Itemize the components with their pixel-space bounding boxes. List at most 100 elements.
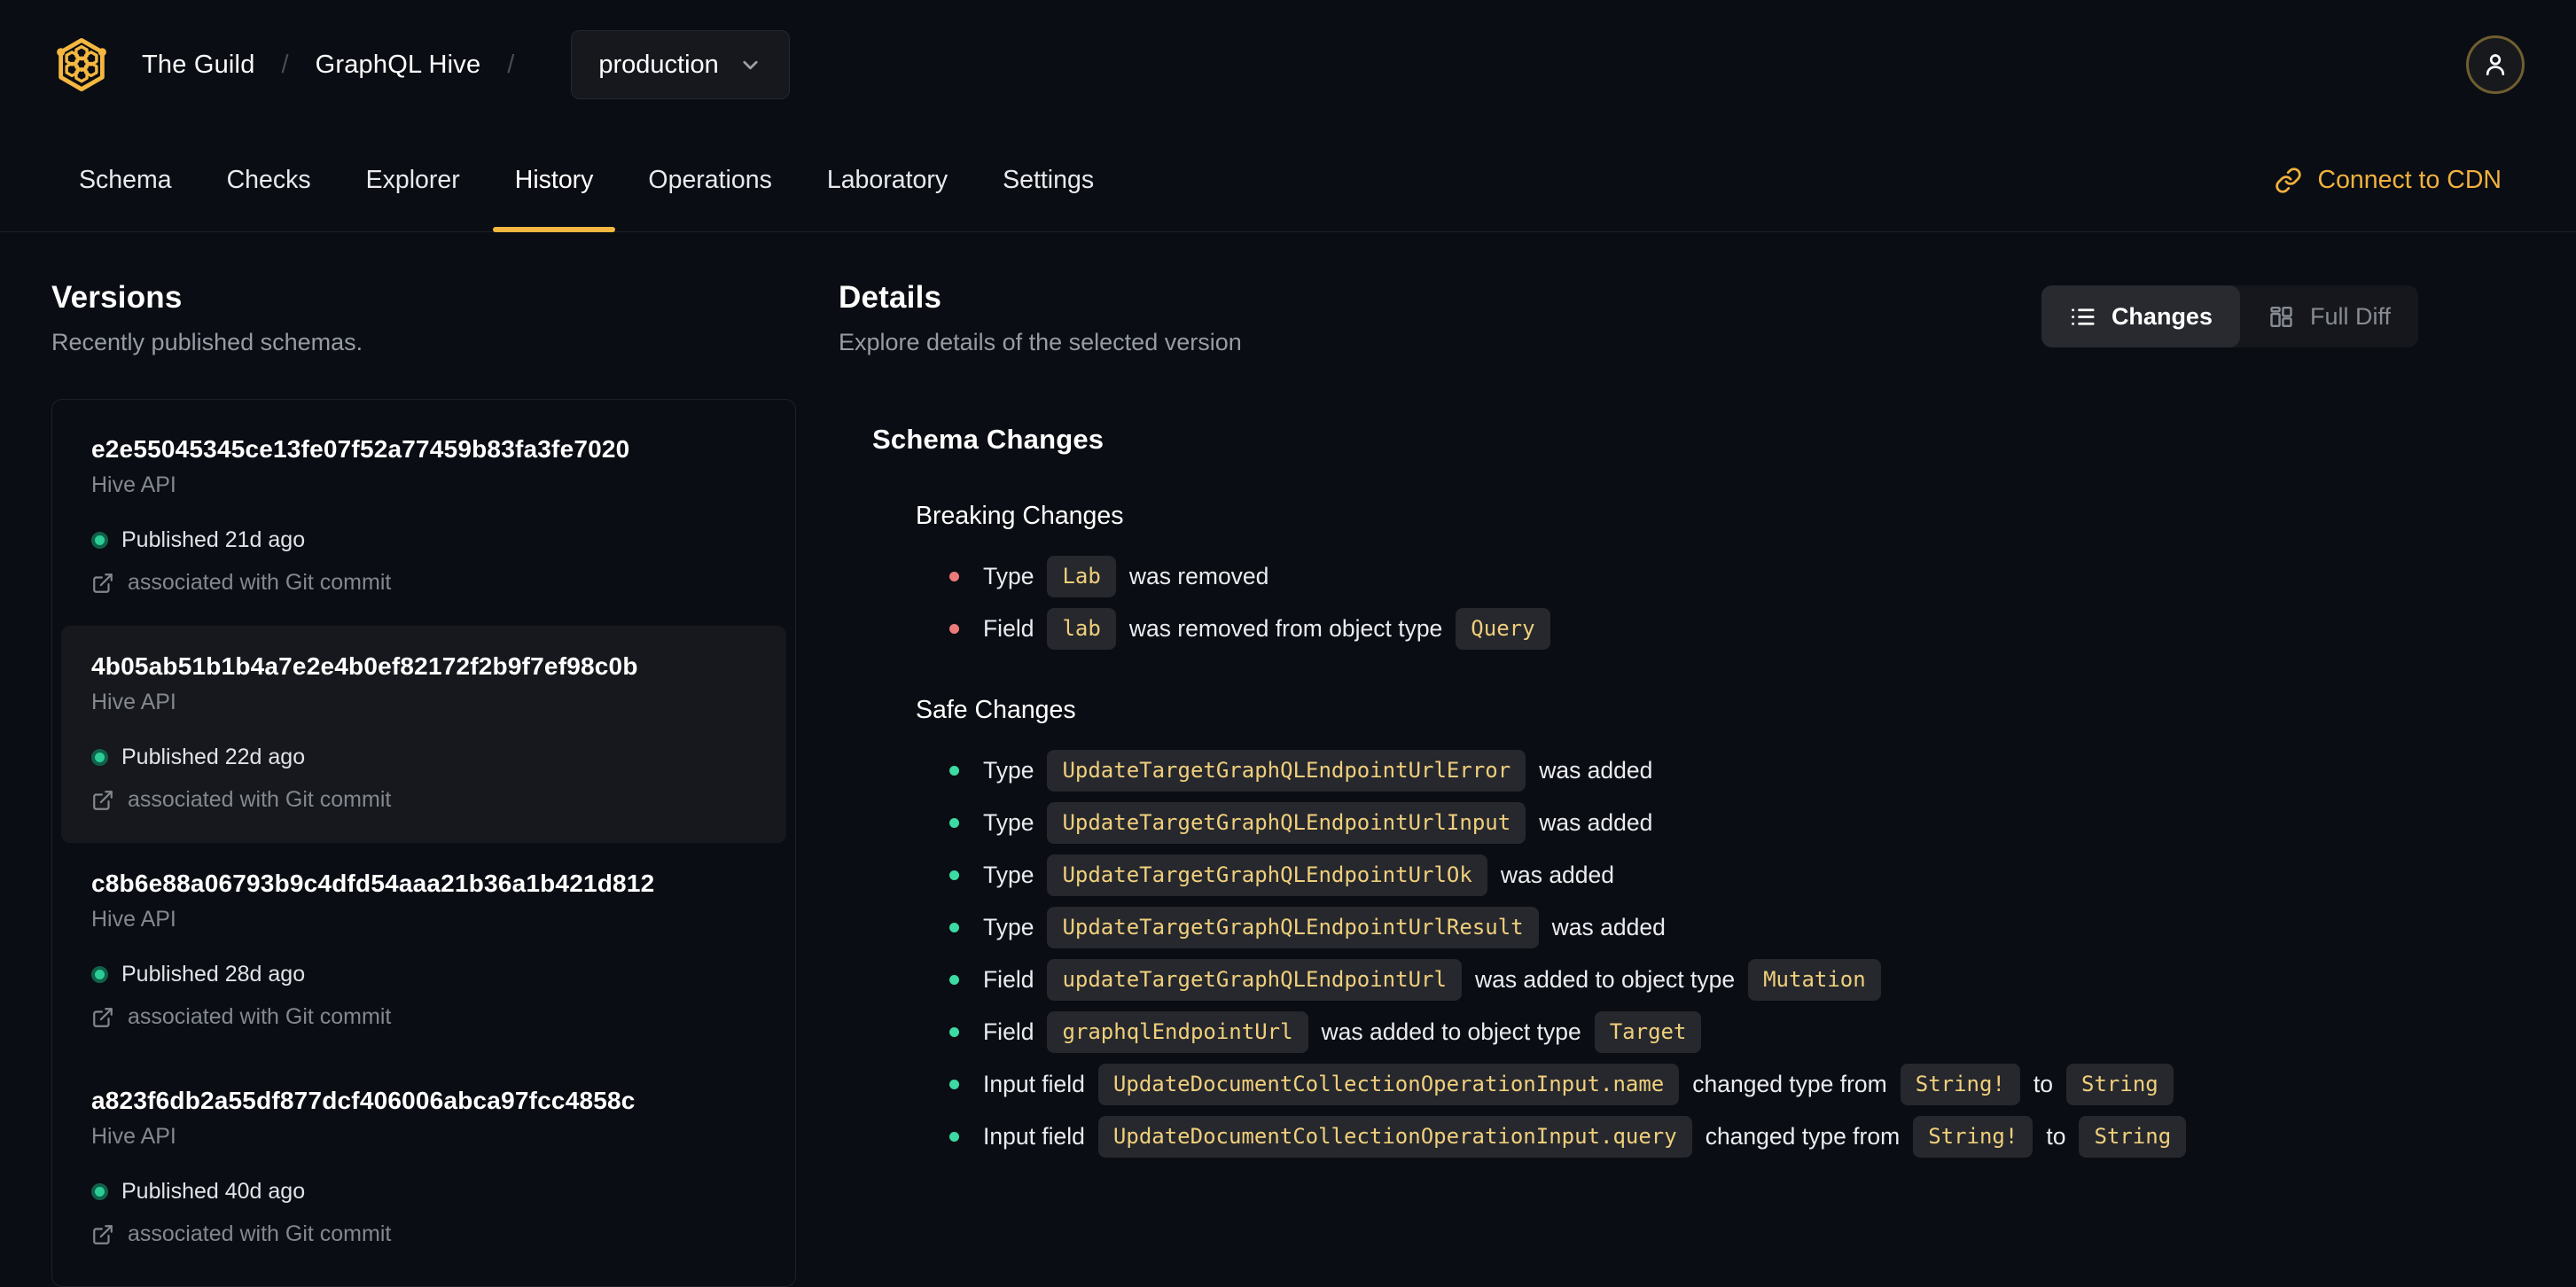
details-header: Details Explore details of the selected …	[839, 280, 2418, 356]
change-group-title: Safe Changes	[916, 696, 1076, 724]
version-service-name: Hive API	[91, 472, 176, 497]
version-status-row: Published 40d ago	[91, 1179, 756, 1205]
change-text: was added	[1539, 757, 1653, 784]
change-description: Input field UpdateDocumentCollectionOpera…	[983, 1116, 2187, 1158]
change-text: was added	[1539, 809, 1653, 836]
view-toggle-group: Changes Full Diff	[2041, 285, 2418, 347]
change-group-safe-changes: Safe Changes Type UpdateTargetGraphQLEndpo…	[872, 696, 2418, 1158]
git-commit-note: associated with Git commit	[128, 570, 392, 595]
change-text: Type	[983, 862, 1034, 888]
change-code-badge: String	[2079, 1116, 2187, 1158]
change-code-badge: UpdateDocumentCollectionOperationInput.n…	[1097, 1064, 1680, 1105]
breadcrumb-org[interactable]: The Guild	[142, 51, 255, 80]
change-text: Type	[983, 914, 1034, 940]
tab-checks[interactable]: Checks	[199, 129, 339, 231]
git-commit-note: associated with Git commit	[128, 787, 392, 812]
change-code-badge: String!	[1900, 1064, 2020, 1105]
change-text: Input field	[983, 1071, 1085, 1097]
change-description: Type UpdateTargetGraphQLEndpointUrlError w…	[983, 750, 1652, 792]
version-git-row[interactable]: associated with Git commit	[91, 1221, 756, 1247]
breadcrumb-project[interactable]: GraphQL Hive	[316, 51, 481, 80]
version-service-name: Hive API	[91, 1124, 176, 1149]
change-description: Type UpdateTargetGraphQLEndpointUrlInput w…	[983, 802, 1652, 844]
version-service-name: Hive API	[91, 907, 176, 932]
change-row: Type Lab was removed	[916, 556, 2418, 597]
full-diff-view-button[interactable]: Full Diff	[2240, 285, 2418, 347]
change-text: was added	[1551, 914, 1666, 940]
change-code-badge: Lab	[1047, 556, 1116, 597]
change-description: Field updateTargetGraphQLEndpointUrl was a…	[983, 959, 1881, 1001]
version-status-row: Published 21d ago	[91, 527, 756, 553]
version-card[interactable]: a823f6db2a55df877dcf406006abca97fcc4858c…	[61, 1060, 786, 1277]
bullet-dot	[949, 1027, 959, 1037]
change-code-badge: UpdateDocumentCollectionOperationInput.q…	[1097, 1116, 1692, 1158]
version-card[interactable]: 4b05ab51b1b4a7e2e4b0ef82172f2b9f7ef98c0b…	[61, 626, 786, 843]
change-text: Field	[983, 966, 1034, 993]
tab-explorer[interactable]: Explorer	[339, 129, 488, 231]
chevron-down-icon	[738, 53, 762, 77]
change-text: Type	[983, 563, 1034, 589]
published-status-text: Published 28d ago	[121, 962, 306, 987]
bullet-dot	[949, 818, 959, 828]
change-description: Field graphqlEndpointUrl was added to obje…	[983, 1011, 1702, 1053]
breadcrumb-separator: /	[507, 50, 515, 79]
change-text: Type	[983, 809, 1034, 836]
version-hash: 4b05ab51b1b4a7e2e4b0ef82172f2b9f7ef98c0b	[91, 652, 638, 680]
version-git-row[interactable]: associated with Git commit	[91, 570, 756, 596]
change-row: Field lab was removed from object type Quer…	[916, 608, 2418, 650]
change-description: Type UpdateTargetGraphQLEndpointUrlOk was …	[983, 854, 1614, 896]
version-card[interactable]: e2e55045345ce13fe07f52a77459b83fa3fe7020…	[61, 409, 786, 626]
version-git-row[interactable]: associated with Git commit	[91, 787, 756, 813]
target-selector-dropdown[interactable]: production	[571, 30, 790, 99]
tab-history[interactable]: History	[488, 129, 621, 232]
versions-title: Versions	[51, 280, 183, 315]
view-toggle-label: Changes	[2111, 302, 2213, 330]
change-code-badge: String	[2066, 1064, 2174, 1105]
versions-subtitle: Recently published schemas.	[51, 329, 363, 355]
target-selector-value: production	[598, 50, 719, 79]
version-card[interactable]: c8b6e88a06793b9c4dfd54aaa21b36a1b421d812…	[61, 843, 786, 1060]
change-description: Type UpdateTargetGraphQLEndpointUrlResult…	[983, 907, 1666, 948]
change-code-badge: updateTargetGraphQLEndpointUrl	[1047, 959, 1462, 1001]
change-text: was added to object type	[1474, 966, 1736, 993]
change-description: Type Lab was removed	[983, 556, 1268, 597]
user-icon	[2480, 50, 2510, 80]
change-group-breaking-changes: Breaking Changes Type Lab was removed Field l…	[872, 502, 2418, 650]
changes-view-button[interactable]: Changes	[2041, 285, 2240, 347]
change-text: Field	[983, 615, 1034, 642]
change-description: Input field UpdateDocumentCollectionOpera…	[983, 1064, 2174, 1105]
hive-honeycomb-icon[interactable]	[51, 35, 112, 95]
published-status-dot	[91, 1183, 108, 1200]
published-status-dot	[91, 532, 108, 549]
external-link-icon	[91, 789, 114, 812]
bullet-dot	[949, 923, 959, 932]
details-panel: Details Explore details of the selected …	[839, 280, 2418, 1287]
main-nav: Schema Checks Explorer History Operations Lab…	[0, 129, 2576, 232]
published-status-dot	[91, 749, 108, 766]
tab-schema[interactable]: Schema	[51, 129, 199, 231]
main-content: Versions Recently published schemas. e2e…	[0, 232, 2576, 1287]
schema-changes-title: Schema Changes	[872, 424, 1105, 455]
breadcrumb-separator: /	[281, 50, 289, 79]
connect-to-cdn-link[interactable]: Connect to CDN	[2275, 166, 2502, 195]
details-title: Details	[839, 280, 942, 315]
change-text: to	[2033, 1071, 2054, 1097]
view-toggle-label: Full Diff	[2309, 302, 2391, 330]
version-git-row[interactable]: associated with Git commit	[91, 1004, 756, 1030]
tab-laboratory[interactable]: Laboratory	[800, 129, 975, 231]
bullet-dot	[949, 624, 959, 634]
connect-to-cdn-label: Connect to CDN	[2317, 166, 2502, 194]
external-link-icon	[91, 1223, 114, 1246]
change-text: Input field	[983, 1123, 1085, 1150]
change-sections: Breaking Changes Type Lab was removed Field l…	[872, 502, 2418, 1158]
tab-settings[interactable]: Settings	[975, 129, 1121, 231]
change-text: was added	[1500, 862, 1615, 888]
split-view-icon	[2268, 303, 2295, 331]
tab-operations[interactable]: Operations	[621, 129, 799, 231]
published-status-dot	[91, 966, 108, 983]
details-subtitle: Explore details of the selected version	[839, 329, 1242, 355]
change-row: Field graphqlEndpointUrl was added to obje…	[916, 1011, 2418, 1053]
change-code-badge: UpdateTargetGraphQLEndpointUrlInput	[1047, 802, 1526, 844]
user-avatar-button[interactable]	[2466, 35, 2525, 94]
nav-tabs: Schema Checks Explorer History Operations Lab…	[51, 129, 1121, 232]
